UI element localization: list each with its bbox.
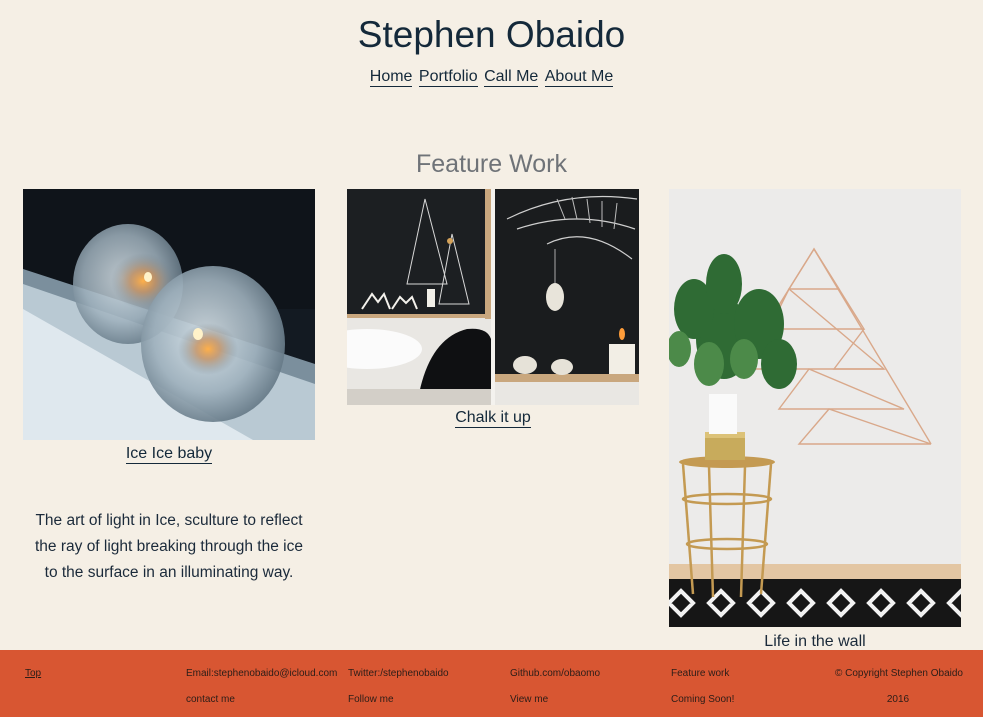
footer-follow-me[interactable]: Follow me xyxy=(348,694,394,705)
footer-copyright: © Copyright Stephen Obaido xyxy=(834,668,963,679)
nav-home[interactable]: Home xyxy=(369,68,413,87)
feature-card-ice: Ice Ice baby The art of light in Ice, sc… xyxy=(23,189,315,589)
nav-portfolio[interactable]: Portfolio xyxy=(418,68,478,87)
ice-caption: Ice Ice baby xyxy=(23,445,315,464)
wall-photo[interactable] xyxy=(669,189,961,627)
site-title: Stephen Obaido xyxy=(357,14,626,55)
footer-email[interactable]: Email:stephenobaido@icloud.com xyxy=(186,668,337,679)
ice-description-line: the ray of light breaking through the ic… xyxy=(35,538,303,555)
wall-caption-text: Life in the wall xyxy=(764,633,866,650)
wall-caption: Life in the wall xyxy=(669,633,961,651)
footer-github[interactable]: Github.com/obaomo xyxy=(510,668,600,679)
footer-copyright-year: 2016 xyxy=(886,694,910,705)
main-nav: Home Portfolio Call Me About Me xyxy=(0,68,983,87)
site-footer: Top Email:stephenobaido@icloud.com conta… xyxy=(0,650,983,717)
footer-contact-me[interactable]: contact me xyxy=(186,694,235,705)
ice-description-line: to the surface in an illuminating way. xyxy=(44,564,294,581)
chalk-photo[interactable] xyxy=(347,189,639,405)
feature-card-wall: Life in the wall xyxy=(669,189,961,651)
feature-card-chalk: Chalk it up xyxy=(347,189,639,429)
feature-work-heading: Feature Work xyxy=(416,150,567,178)
ice-description-line: The art of light in Ice, sculture to ref… xyxy=(35,512,303,529)
footer-coming-soon: Coming Soon! xyxy=(671,694,735,705)
chalk-caption: Chalk it up xyxy=(347,409,639,428)
chalk-caption-link[interactable]: Chalk it up xyxy=(455,409,531,428)
top-link[interactable]: Top xyxy=(25,668,41,679)
nav-about-me[interactable]: About Me xyxy=(544,68,614,87)
footer-twitter[interactable]: Twitter:/stephenobaido xyxy=(348,668,449,679)
footer-view-me[interactable]: View me xyxy=(510,694,548,705)
nav-call-me[interactable]: Call Me xyxy=(484,68,539,87)
ice-description: The art of light in Ice, sculture to ref… xyxy=(23,508,315,586)
footer-feature-work[interactable]: Feature work xyxy=(671,668,729,679)
ice-photo[interactable] xyxy=(23,189,315,440)
footer-top-item: Top xyxy=(25,668,41,679)
ice-caption-link[interactable]: Ice Ice baby xyxy=(125,445,213,464)
